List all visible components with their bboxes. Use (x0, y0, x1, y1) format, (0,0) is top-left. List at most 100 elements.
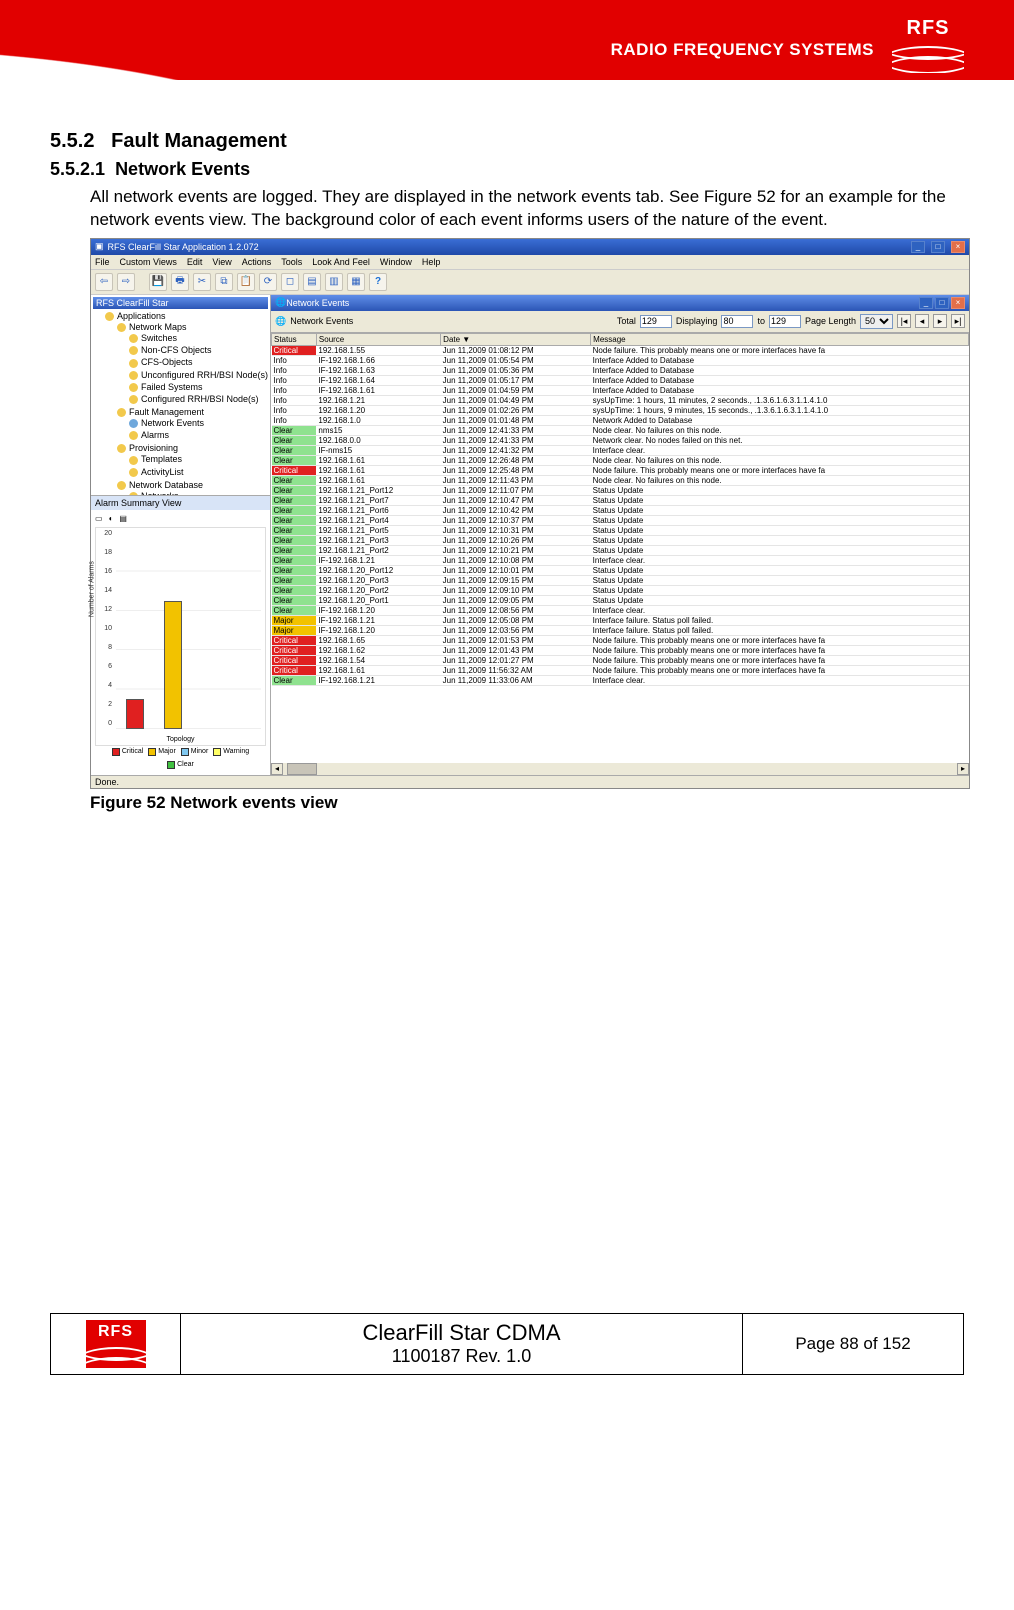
nav-tree[interactable]: RFS ClearFill Star ApplicationsNetwork M… (91, 295, 270, 495)
tree-item[interactable]: Fault ManagementNetwork EventsAlarms (117, 406, 268, 442)
events-tab[interactable]: Network Events (290, 316, 353, 326)
menu-edit[interactable]: Edit (187, 257, 203, 267)
table-row[interactable]: InfoIF-192.168.1.64Jun 11,2009 01:05:17 … (272, 375, 969, 385)
table-row[interactable]: Clear192.168.1.21_Port12Jun 11,2009 12:1… (272, 485, 969, 495)
table-row[interactable]: Clear192.168.1.21_Port3Jun 11,2009 12:10… (272, 535, 969, 545)
table-row[interactable]: Critical192.168.1.55Jun 11,2009 01:08:12… (272, 345, 969, 355)
table-row[interactable]: Clear192.168.1.61Jun 11,2009 12:11:43 PM… (272, 475, 969, 485)
app-titlebar[interactable]: ▣ RFS ClearFill Star Application 1.2.072… (91, 239, 969, 255)
table-row[interactable]: Clear192.168.1.20_Port12Jun 11,2009 12:1… (272, 565, 969, 575)
col-header[interactable]: Message (591, 333, 969, 345)
table-row[interactable]: InfoIF-192.168.1.63Jun 11,2009 01:05:36 … (272, 365, 969, 375)
scroll-left-icon[interactable]: ◂ (271, 763, 283, 775)
table-row[interactable]: Info192.168.1.0Jun 11,2009 01:01:48 PMNe… (272, 415, 969, 425)
table-row[interactable]: Clear192.168.1.20_Port2Jun 11,2009 12:09… (272, 585, 969, 595)
menu-custom-views[interactable]: Custom Views (120, 257, 177, 267)
table-row[interactable]: Info192.168.1.21Jun 11,2009 01:04:49 PMs… (272, 395, 969, 405)
save-icon[interactable]: 💾 (149, 273, 167, 291)
table-row[interactable]: Clear192.168.1.21_Port5Jun 11,2009 12:10… (272, 525, 969, 535)
doc2-icon[interactable]: ▥ (325, 273, 343, 291)
menu-look-and-feel[interactable]: Look And Feel (312, 257, 370, 267)
events-table-wrap[interactable]: StatusSourceDate ▼Message Critical192.16… (271, 333, 969, 763)
tree-item[interactable]: Templates (129, 453, 268, 465)
cut-icon[interactable]: ✂ (193, 273, 211, 291)
inner-close-icon[interactable]: × (951, 297, 965, 309)
table-header-row[interactable]: StatusSourceDate ▼Message (272, 333, 969, 345)
last-page-icon[interactable]: ▸| (951, 314, 965, 328)
inner-maximize-icon[interactable]: □ (935, 297, 949, 309)
back-icon[interactable]: ⇦ (95, 273, 113, 291)
table-row[interactable]: Critical192.168.1.61Jun 11,2009 12:25:48… (272, 465, 969, 475)
col-header[interactable]: Status (272, 333, 317, 345)
table-row[interactable]: Clear192.168.1.21_Port6Jun 11,2009 12:10… (272, 505, 969, 515)
table-row[interactable]: MajorIF-192.168.1.20Jun 11,2009 12:03:56… (272, 625, 969, 635)
table-row[interactable]: Clearnms15Jun 11,2009 12:41:33 PMNode cl… (272, 425, 969, 435)
minimize-icon[interactable]: _ (911, 241, 925, 253)
chart-btn3-icon[interactable]: ▤ (119, 514, 127, 523)
stop-icon[interactable]: ◻ (281, 273, 299, 291)
scroll-thumb[interactable] (287, 763, 317, 775)
menu-view[interactable]: View (212, 257, 231, 267)
table-row[interactable]: Clear192.168.1.21_Port7Jun 11,2009 12:10… (272, 495, 969, 505)
table-row[interactable]: MajorIF-192.168.1.21Jun 11,2009 12:05:08… (272, 615, 969, 625)
chart-btn2-icon[interactable]: ◐ (109, 514, 114, 523)
tree-item[interactable]: Non-CFS Objects (129, 344, 268, 356)
table-row[interactable]: Critical192.168.1.61Jun 11,2009 11:56:32… (272, 665, 969, 675)
table-row[interactable]: ClearIF-nms15Jun 11,2009 12:41:32 PMInte… (272, 445, 969, 455)
tree-item[interactable]: Network MapsSwitchesNon-CFS ObjectsCFS-O… (117, 321, 268, 406)
first-page-icon[interactable]: |◂ (897, 314, 911, 328)
table-row[interactable]: Info192.168.1.20Jun 11,2009 01:02:26 PMs… (272, 405, 969, 415)
doc3-icon[interactable]: ▦ (347, 273, 365, 291)
tree-item[interactable]: ApplicationsNetwork MapsSwitchesNon-CFS … (105, 310, 268, 495)
menu-file[interactable]: File (95, 257, 110, 267)
doc1-icon[interactable]: ▤ (303, 273, 321, 291)
chart-btn1-icon[interactable]: ▭ (95, 514, 103, 523)
paste-icon[interactable]: 📋 (237, 273, 255, 291)
table-row[interactable]: Critical192.168.1.54Jun 11,2009 12:01:27… (272, 655, 969, 665)
forward-icon[interactable]: ⇨ (117, 273, 135, 291)
next-page-icon[interactable]: ▸ (933, 314, 947, 328)
tree-item[interactable]: Unconfigured RRH/BSI Node(s) (129, 369, 268, 381)
tree-item[interactable]: ActivityList (129, 466, 268, 478)
help-icon[interactable]: ? (369, 273, 387, 291)
tree-item[interactable]: CFS-Objects (129, 356, 268, 368)
tree-item[interactable]: ProvisioningTemplatesActivityList (117, 442, 268, 478)
tree-item[interactable]: Alarms (129, 429, 268, 441)
table-row[interactable]: Clear192.168.1.20_Port1Jun 11,2009 12:09… (272, 595, 969, 605)
table-row[interactable]: ClearIF-192.168.1.21Jun 11,2009 12:10:08… (272, 555, 969, 565)
table-row[interactable]: InfoIF-192.168.1.66Jun 11,2009 01:05:54 … (272, 355, 969, 365)
table-row[interactable]: Clear192.168.1.20_Port3Jun 11,2009 12:09… (272, 575, 969, 585)
scroll-right-icon[interactable]: ▸ (957, 763, 969, 775)
menu-tools[interactable]: Tools (281, 257, 302, 267)
menu-actions[interactable]: Actions (242, 257, 272, 267)
inner-titlebar[interactable]: 🌐 Network Events _ □ × (271, 295, 969, 311)
print-icon[interactable]: 🖶 (171, 273, 189, 291)
displaying-to[interactable] (769, 315, 801, 328)
col-header[interactable]: Source (316, 333, 440, 345)
refresh-icon[interactable]: ⟳ (259, 273, 277, 291)
tree-item[interactable]: Failed Systems (129, 381, 268, 393)
tree-item[interactable]: Network DatabaseNetworks (117, 479, 268, 495)
table-row[interactable]: InfoIF-192.168.1.61Jun 11,2009 01:04:59 … (272, 385, 969, 395)
table-row[interactable]: ClearIF-192.168.1.20Jun 11,2009 12:08:56… (272, 605, 969, 615)
pagelength-select[interactable]: 50 (860, 314, 893, 329)
maximize-icon[interactable]: □ (931, 241, 945, 253)
table-row[interactable]: Clear192.168.1.21_Port2Jun 11,2009 12:10… (272, 545, 969, 555)
table-row[interactable]: Clear192.168.1.21_Port4Jun 11,2009 12:10… (272, 515, 969, 525)
horizontal-scrollbar[interactable]: ◂ ▸ (271, 763, 969, 775)
table-row[interactable]: Clear192.168.0.0Jun 11,2009 12:41:33 PMN… (272, 435, 969, 445)
copy-icon[interactable]: ⧉ (215, 273, 233, 291)
tree-item[interactable]: Configured RRH/BSI Node(s) (129, 393, 268, 405)
prev-page-icon[interactable]: ◂ (915, 314, 929, 328)
col-header[interactable]: Date ▼ (441, 333, 591, 345)
inner-minimize-icon[interactable]: _ (919, 297, 933, 309)
menu-window[interactable]: Window (380, 257, 412, 267)
table-row[interactable]: Critical192.168.1.65Jun 11,2009 12:01:53… (272, 635, 969, 645)
displaying-from[interactable] (721, 315, 753, 328)
tree-item[interactable]: Switches (129, 332, 268, 344)
table-row[interactable]: Critical192.168.1.62Jun 11,2009 12:01:43… (272, 645, 969, 655)
menubar[interactable]: File Custom Views Edit View Actions Tools Look… (91, 255, 969, 270)
close-icon[interactable]: × (951, 241, 965, 253)
table-row[interactable]: Clear192.168.1.61Jun 11,2009 12:26:48 PM… (272, 455, 969, 465)
table-row[interactable]: ClearIF-192.168.1.21Jun 11,2009 11:33:06… (272, 675, 969, 685)
